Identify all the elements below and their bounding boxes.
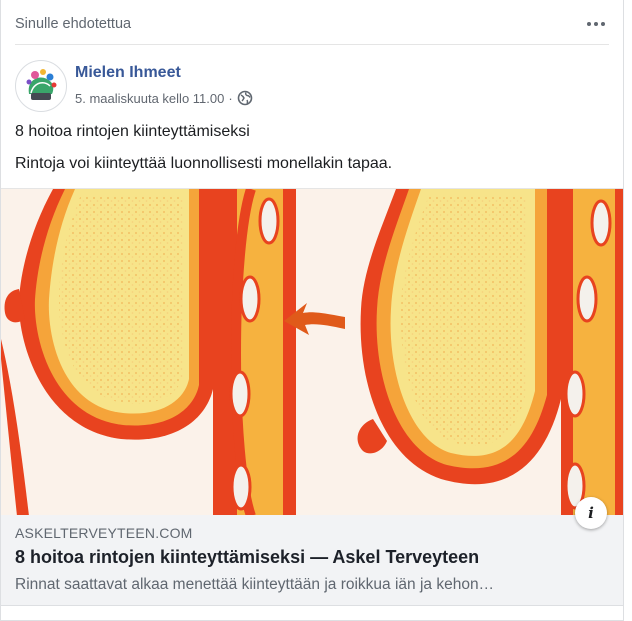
suggested-header: Sinulle ehdotettua xyxy=(15,12,609,45)
more-options-icon[interactable] xyxy=(583,12,609,36)
post-title: 8 hoitoa rintojen kiinteyttämiseksi xyxy=(15,123,250,140)
post-card: Sinulle ehdotettua Mielen Ihmeet 5. maal… xyxy=(0,0,624,621)
link-title[interactable]: 8 hoitoa rintojen kiinteyttämiseksi — As… xyxy=(15,547,479,568)
page-name-link[interactable]: Mielen Ihmeet xyxy=(75,64,181,82)
globe-icon[interactable] xyxy=(237,90,253,106)
post-date[interactable]: 5. maaliskuuta kello 11.00 xyxy=(75,91,224,106)
breast-illustration xyxy=(1,189,623,516)
link-preview[interactable]: ASKELTERVEYTEEN.COM 8 hoitoa rintojen ki… xyxy=(1,515,623,606)
brain-logo-icon xyxy=(17,62,65,110)
link-domain: ASKELTERVEYTEEN.COM xyxy=(15,525,193,541)
info-icon[interactable]: i xyxy=(575,497,607,529)
page-avatar[interactable] xyxy=(15,60,67,112)
post-meta: 5. maaliskuuta kello 11.00 · xyxy=(75,90,253,106)
post-image[interactable] xyxy=(1,188,623,516)
link-description: Rinnat saattavat alkaa menettää kiinteyt… xyxy=(15,576,495,593)
meta-separator: · xyxy=(228,90,233,106)
post-text: Rintoja voi kiinteyttää luonnollisesti m… xyxy=(15,155,393,172)
suggested-label: Sinulle ehdotettua xyxy=(15,16,132,32)
